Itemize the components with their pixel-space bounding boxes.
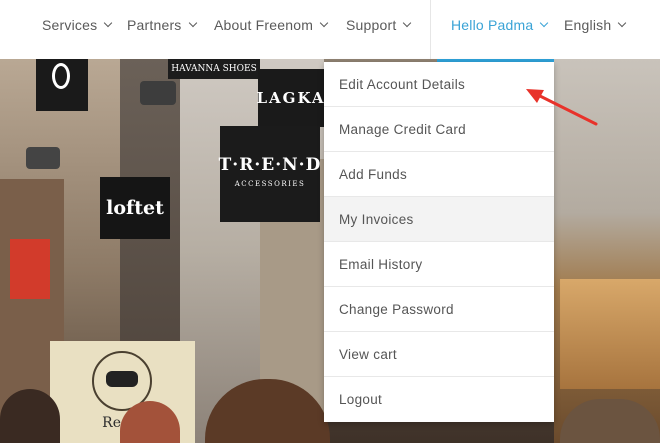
menu-item-email-history[interactable]: Email History: [324, 242, 554, 287]
sign-loftet: loftet: [100, 177, 170, 239]
chevron-down-icon: [319, 18, 329, 28]
arrow-shaft: [530, 90, 598, 126]
sign-trend-sub: ACCESSORIES: [234, 180, 306, 188]
menu-item-my-invoices[interactable]: My Invoices: [324, 197, 554, 242]
nav-support[interactable]: Support: [346, 15, 412, 35]
nav-divider: [430, 0, 431, 59]
nav-user-menu[interactable]: Hello Padma: [451, 15, 549, 35]
sign-trend-title: T·R·E·N·D: [218, 155, 322, 175]
sign-trend: T·R·E·N·D ACCESSORIES: [218, 126, 322, 222]
red-arrow-icon: [526, 89, 598, 126]
nav-about-label: About Freenom: [214, 17, 314, 33]
shop-window-right: [560, 279, 660, 389]
nav-services-label: Services: [42, 17, 98, 33]
sign-havanna: HAVANNA SHOES: [168, 59, 260, 79]
crowd-person: [0, 389, 60, 443]
chevron-down-icon: [540, 18, 549, 28]
language-label: English: [564, 17, 612, 33]
nav-services[interactable]: Services: [42, 15, 113, 35]
street-lamp: [140, 81, 176, 105]
user-greeting: Hello Padma: [451, 17, 534, 33]
nav-support-label: Support: [346, 17, 397, 33]
chevron-down-icon: [188, 18, 197, 28]
chevron-down-icon: [403, 18, 412, 28]
chevron-down-icon: [618, 18, 627, 28]
nav-about-freenom[interactable]: About Freenom: [214, 15, 329, 35]
nav-partners[interactable]: Partners: [127, 15, 197, 35]
chevron-down-icon: [104, 18, 113, 28]
red-awning: [10, 239, 50, 299]
menu-item-change-password[interactable]: Change Password: [324, 287, 554, 332]
street-lamp-left: [26, 147, 60, 169]
nav-language[interactable]: English: [564, 15, 627, 35]
menu-item-add-funds[interactable]: Add Funds: [324, 152, 554, 197]
menu-item-view-cart[interactable]: View cart: [324, 332, 554, 377]
top-navigation: Services Partners About Freenom Support …: [0, 0, 660, 59]
sign-black-o: [36, 59, 88, 111]
menu-item-logout[interactable]: Logout: [324, 377, 554, 422]
nav-partners-label: Partners: [127, 17, 182, 33]
sign-lagka: LAGKA: [256, 69, 324, 127]
